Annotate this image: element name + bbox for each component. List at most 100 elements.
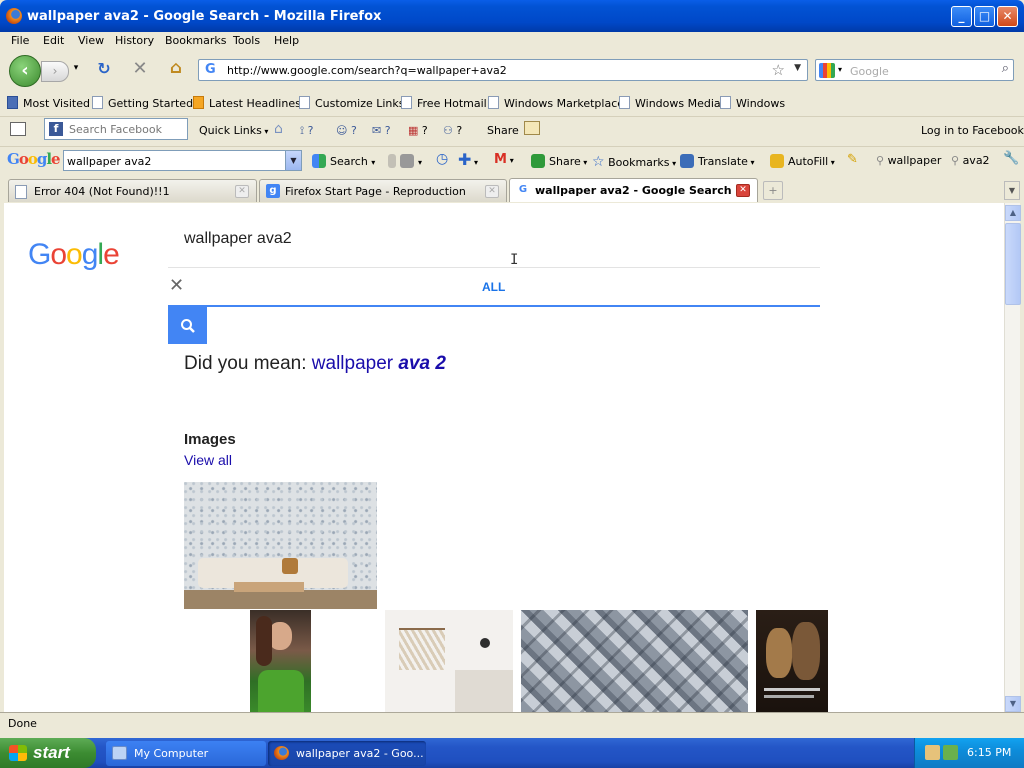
- google-logo[interactable]: Google: [28, 238, 120, 272]
- bookmark-free-hotmail[interactable]: Free Hotmail: [401, 96, 487, 110]
- page-icon: [619, 96, 630, 109]
- google-autofill-button[interactable]: AutoFill ▾: [770, 154, 835, 168]
- clock-icon[interactable]: ◷: [436, 151, 448, 167]
- requests-count: ?: [456, 124, 463, 137]
- google-word-find-1[interactable]: ⚲ wallpaper: [876, 154, 941, 167]
- image-result-living-room[interactable]: [184, 482, 377, 609]
- suggestion-plain: wallpaper: [311, 353, 394, 374]
- menu-bookmarks[interactable]: Bookmarks: [165, 34, 226, 47]
- image-result-woman-green-dress[interactable]: [250, 610, 311, 712]
- clear-search-icon[interactable]: ✕: [169, 275, 184, 296]
- close-button[interactable]: ✕: [997, 6, 1018, 27]
- page-icon: [15, 185, 27, 199]
- clock[interactable]: 6:15 PM: [967, 746, 1011, 759]
- bookmark-latest-headlines[interactable]: Latest Headlines: [193, 96, 301, 110]
- facebook-requests-button[interactable]: ⚇ ?: [443, 124, 462, 137]
- scroll-down-icon[interactable]: ▼: [1005, 696, 1021, 712]
- facebook-feed-button[interactable]: ⟟ ?: [300, 124, 313, 138]
- facebook-home-icon[interactable]: ⌂: [274, 121, 283, 137]
- google-toolbar-tools[interactable]: ▾: [388, 154, 422, 168]
- bookmark-windows-media[interactable]: Windows Media: [619, 96, 721, 110]
- taskbar-firefox[interactable]: wallpaper ava2 - Goo...: [268, 741, 426, 766]
- bookmark-most-visited[interactable]: Most Visited: [7, 96, 90, 110]
- search-query-input[interactable]: wallpaper ava2: [184, 230, 292, 248]
- search-button[interactable]: [168, 307, 207, 344]
- url-bar[interactable]: G http://www.google.com/search?q=wallpap…: [198, 59, 808, 81]
- search-go-icon[interactable]: ⌕: [1002, 61, 1009, 76]
- tab-google-search[interactable]: G wallpaper ava2 - Google Search ✕: [509, 178, 758, 202]
- google-toolbar-dropdown-icon[interactable]: ▼: [285, 151, 301, 170]
- image-result-macrame-wall[interactable]: [385, 610, 513, 712]
- menu-edit[interactable]: Edit: [43, 34, 64, 47]
- tab-firefox-start[interactable]: g Firefox Start Page - Reproduction ✕: [259, 179, 507, 202]
- google-word-find-2[interactable]: ⚲ ava2: [951, 154, 990, 167]
- google-toolbar-logo[interactable]: Google: [7, 150, 61, 168]
- taskbar-my-computer[interactable]: My Computer: [106, 741, 266, 766]
- forward-button[interactable]: ›: [41, 61, 69, 82]
- share-icon[interactable]: [524, 121, 540, 135]
- menu-help[interactable]: Help: [274, 34, 299, 47]
- facebook-events-button[interactable]: ▦ ?: [408, 124, 428, 137]
- google-bookmarks-button[interactable]: ☆ Bookmarks ▾: [592, 154, 676, 170]
- scrollbar-thumb[interactable]: [1005, 223, 1021, 305]
- home-icon[interactable]: ⌂: [166, 58, 186, 78]
- facebook-friends-button[interactable]: ☺ ?: [336, 124, 357, 137]
- wrench-icon[interactable]: 🔧: [1003, 151, 1019, 166]
- vertical-scrollbar[interactable]: ▲ ▼: [1004, 203, 1021, 712]
- autofill-icon: [770, 154, 784, 168]
- url-dropdown-icon[interactable]: ▼: [794, 63, 801, 73]
- windows-flag-icon: [9, 745, 27, 761]
- plus-icon[interactable]: ✚ ▾: [458, 150, 478, 169]
- maximize-button[interactable]: □: [974, 6, 995, 27]
- engine-dropdown-icon[interactable]: ▾: [838, 65, 842, 74]
- scroll-up-icon[interactable]: ▲: [1005, 205, 1021, 221]
- bookmark-star-icon[interactable]: ☆: [772, 61, 785, 79]
- toolbar-pages-icon[interactable]: [10, 122, 26, 136]
- network-icon[interactable]: [925, 745, 940, 760]
- google-toolbar-search-input[interactable]: wallpaper ava2 ▼: [63, 150, 302, 171]
- history-dropdown-icon[interactable]: ▾: [66, 63, 86, 73]
- facebook-search-placeholder: Search Facebook: [69, 123, 162, 136]
- search-engine-box[interactable]: ▾ Google ⌕: [815, 59, 1014, 81]
- tab-list-button[interactable]: ▼: [1004, 181, 1020, 200]
- stop-icon[interactable]: ✕: [130, 58, 150, 79]
- tab-close-icon[interactable]: ✕: [235, 185, 249, 198]
- security-icon[interactable]: [943, 745, 958, 760]
- menu-view[interactable]: View: [78, 34, 104, 47]
- gmail-icon[interactable]: M ▾: [494, 152, 514, 167]
- page-icon: [92, 96, 103, 109]
- bookmark-windows-marketplace[interactable]: Windows Marketplace: [488, 96, 624, 110]
- tab-close-icon[interactable]: ✕: [485, 185, 499, 198]
- bookmark-customize-links[interactable]: Customize Links: [299, 96, 405, 110]
- menu-history[interactable]: History: [115, 34, 154, 47]
- url-text[interactable]: http://www.google.com/search?q=wallpaper…: [227, 64, 507, 77]
- google-translate-button[interactable]: Translate ▾: [680, 154, 755, 168]
- menu-tools[interactable]: Tools: [233, 34, 260, 47]
- facebook-login-link[interactable]: Log in to Facebook: [921, 124, 1024, 137]
- google-share-button[interactable]: Share ▾: [531, 154, 587, 168]
- google-engine-icon[interactable]: [819, 63, 835, 78]
- facebook-share-button[interactable]: Share: [487, 124, 519, 137]
- start-button[interactable]: start: [0, 738, 96, 768]
- figure-shape: [792, 622, 820, 680]
- tab-error-404[interactable]: Error 404 (Not Found)!!1 ✕: [8, 179, 257, 202]
- reload-icon[interactable]: ↻: [94, 59, 114, 78]
- bookmark-windows[interactable]: Windows: [720, 96, 785, 110]
- google-toolbar-query[interactable]: wallpaper ava2: [67, 155, 151, 168]
- facebook-mail-button[interactable]: ✉ ?: [372, 124, 391, 137]
- highlighter-icon[interactable]: ✎: [847, 152, 858, 167]
- tab-all[interactable]: ALL: [482, 280, 505, 294]
- new-tab-button[interactable]: +: [763, 181, 783, 200]
- bookmark-getting-started[interactable]: Getting Started: [92, 96, 193, 110]
- quick-links-button[interactable]: Quick Links ▾: [199, 124, 268, 137]
- image-result-dark-poster[interactable]: [756, 610, 828, 712]
- image-result-3d-geometric[interactable]: [521, 610, 748, 712]
- menu-file[interactable]: File: [11, 34, 29, 47]
- google-toolbar-search-button[interactable]: Search ▾: [312, 154, 375, 168]
- minimize-button[interactable]: _: [951, 6, 972, 27]
- spelling-suggestion-link[interactable]: wallpaper ava 2: [312, 353, 446, 374]
- back-button[interactable]: ‹: [9, 55, 41, 87]
- view-all-link[interactable]: View all: [184, 452, 232, 468]
- tab-close-icon[interactable]: ✕: [736, 184, 750, 197]
- facebook-search-input[interactable]: f Search Facebook: [44, 118, 188, 140]
